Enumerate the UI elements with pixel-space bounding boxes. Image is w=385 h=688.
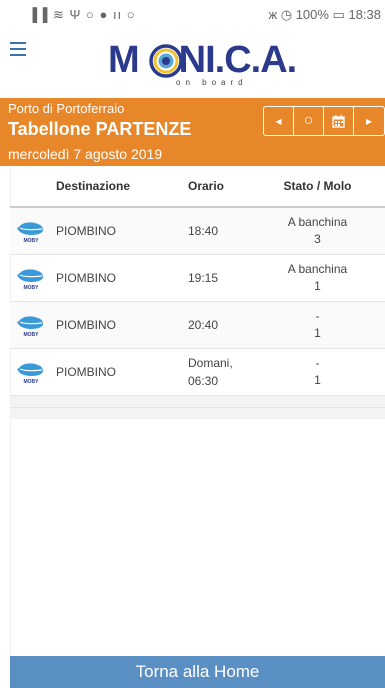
pier-number: 1 <box>314 372 321 387</box>
status-cell: - 1 <box>250 300 385 348</box>
moby-wordmark: MOBY <box>24 238 40 244</box>
status-text: A banchina <box>287 261 348 276</box>
caret-left-icon: ◂ <box>275 114 282 128</box>
company-logo-cell: MOBY <box>10 300 50 348</box>
logo-prefix: M <box>108 39 140 81</box>
home-button-label: Torna alla Home <box>135 662 260 681</box>
status-cell: A banchina 1 <box>250 253 385 301</box>
home-button[interactable]: Torna alla Home <box>10 656 385 688</box>
status-text: - <box>315 308 320 323</box>
destination-cell: PIOMBINO <box>50 347 182 395</box>
status-battery-time: ж ◷ 100% ▭ 18:38 <box>268 7 381 22</box>
moby-wordmark: MOBY <box>24 332 40 338</box>
moby-whale-icon: MOBY <box>17 268 43 291</box>
port-name: Porto di Portoferraio <box>8 101 125 116</box>
company-logo-cell: MOBY <box>10 347 50 395</box>
destination-cell: PIOMBINO <box>50 253 182 301</box>
company-logo-cell: MOBY <box>10 253 50 301</box>
table-row: MOBY PIOMBINO 20:40 - 1 <box>10 300 385 348</box>
status-icons: ▐▐ ≋ Ψ ○ ● ıı ○ <box>28 7 136 22</box>
moby-wordmark: MOBY <box>24 285 40 291</box>
next-day-button[interactable]: ▸ <box>354 107 384 135</box>
status-text: A banchina <box>287 214 348 229</box>
logo-suffix: NI.C.A. <box>178 39 298 81</box>
status-cell: - 1 <box>250 347 385 395</box>
prev-day-button[interactable]: ◂ <box>264 107 294 135</box>
menu-icon[interactable] <box>10 42 26 56</box>
board-date: mercoledì 7 agosto 2019 <box>8 146 163 162</box>
logo-tagline: on board <box>176 78 248 87</box>
moby-whale-icon: MOBY <box>17 362 43 385</box>
status-text: - <box>315 355 320 370</box>
caret-right-icon: ▸ <box>365 114 373 128</box>
departures-table: Destinazione Orario Stato / Molo MOBY PI… <box>10 166 385 419</box>
board-title: Tabellone PARTENZE <box>8 119 192 139</box>
destination-cell: PIOMBINO <box>50 206 182 254</box>
time-cell: 20:40 <box>182 300 250 348</box>
table-header-row: Destinazione Orario Stato / Molo <box>10 166 385 208</box>
table-row: MOBY PIOMBINO 18:40 A banchina 3 <box>10 206 385 254</box>
header-status: Stato / Molo <box>250 166 385 208</box>
table-row: MOBY PIOMBINO 19:15 A banchina 1 <box>10 253 385 301</box>
logo-o-icon <box>149 44 183 78</box>
time-cell: Domani, 06:30 <box>182 347 250 395</box>
pier-number: 1 <box>314 278 321 293</box>
empty-row <box>10 394 385 407</box>
time-cell: 19:15 <box>182 253 250 301</box>
calendar-icon <box>332 114 345 128</box>
circle-icon: ○ <box>303 112 314 129</box>
board-header: Porto di Portoferraio Tabellone PARTENZE… <box>0 98 385 166</box>
status-cell: A banchina 3 <box>250 206 385 254</box>
monica-logo: M NI.C.A. on board <box>108 38 308 87</box>
moby-whale-icon: MOBY <box>17 315 43 338</box>
table-row: MOBY PIOMBINO Domani, 06:30 - 1 <box>10 347 385 395</box>
header-time: Orario <box>182 166 250 208</box>
app-header: M NI.C.A. on board <box>0 30 385 98</box>
header-logo <box>10 166 50 208</box>
moby-whale-icon: MOBY <box>17 222 43 244</box>
empty-row <box>10 406 385 419</box>
pier-number: 1 <box>314 325 321 340</box>
today-button[interactable]: ○ <box>294 107 324 135</box>
status-bar: ▐▐ ≋ Ψ ○ ● ıı ○ ж ◷ 100% ▭ 18:38 <box>0 0 385 30</box>
calendar-button[interactable] <box>324 107 354 135</box>
moby-wordmark: MOBY <box>24 379 40 385</box>
date-nav: ◂ ○ ▸ <box>263 106 385 136</box>
destination-cell: PIOMBINO <box>50 300 182 348</box>
pier-number: 3 <box>314 231 321 246</box>
company-logo-cell: MOBY <box>10 206 50 254</box>
time-text: Domani, 06:30 <box>188 355 233 388</box>
header-destination: Destinazione <box>50 166 182 208</box>
time-cell: 18:40 <box>182 206 250 254</box>
